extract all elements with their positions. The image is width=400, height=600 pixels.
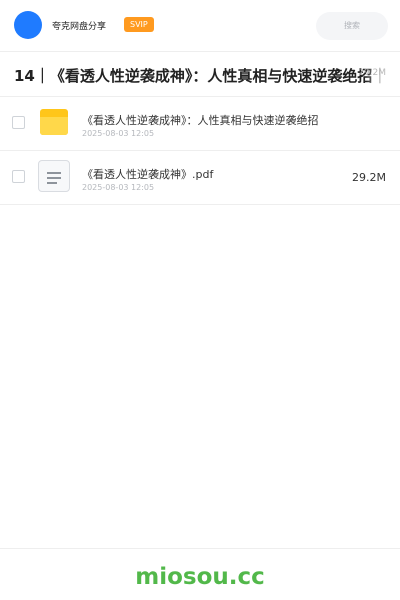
svip-badge: SVIP [124,17,154,32]
select-checkbox[interactable] [12,170,25,183]
page-title: 14｜《看透人性逆袭成神》：人性真相与快速逆袭绝招｜ [14,67,388,85]
avatar[interactable] [14,11,42,39]
search-input[interactable]: 搜索 [316,12,388,40]
header-bar: 夸克网盘分享 SVIP 搜索 [0,0,400,52]
title-bar: 14｜《看透人性逆袭成神》：人性真相与快速逆袭绝招｜ 29.2M [0,52,400,97]
folder-icon [40,109,68,135]
file-date: 2025-08-03 12:05 [82,129,155,138]
file-date: 2025-08-03 12:05 [82,183,155,192]
file-row-folder[interactable]: 《看透人性逆袭成神》：人性真相与快速逆袭绝招 2025-08-03 12:05 [0,97,400,151]
file-name[interactable]: 《看透人性逆袭成神》：人性真相与快速逆袭绝招 [82,112,319,128]
brand-name: 夸克网盘分享 [52,22,107,32]
site-watermark: miosou.cc [135,564,265,590]
document-icon [38,160,70,192]
file-row-pdf[interactable]: 《看透人性逆袭成神》.pdf 2025-08-03 12:05 29.2M [0,151,400,205]
file-size: 29.2M [352,171,386,184]
title-size-meta: 29.2M [358,68,386,78]
file-name[interactable]: 《看透人性逆袭成神》.pdf [82,166,213,182]
select-checkbox[interactable] [12,116,25,129]
footer: miosou.cc [0,548,400,600]
